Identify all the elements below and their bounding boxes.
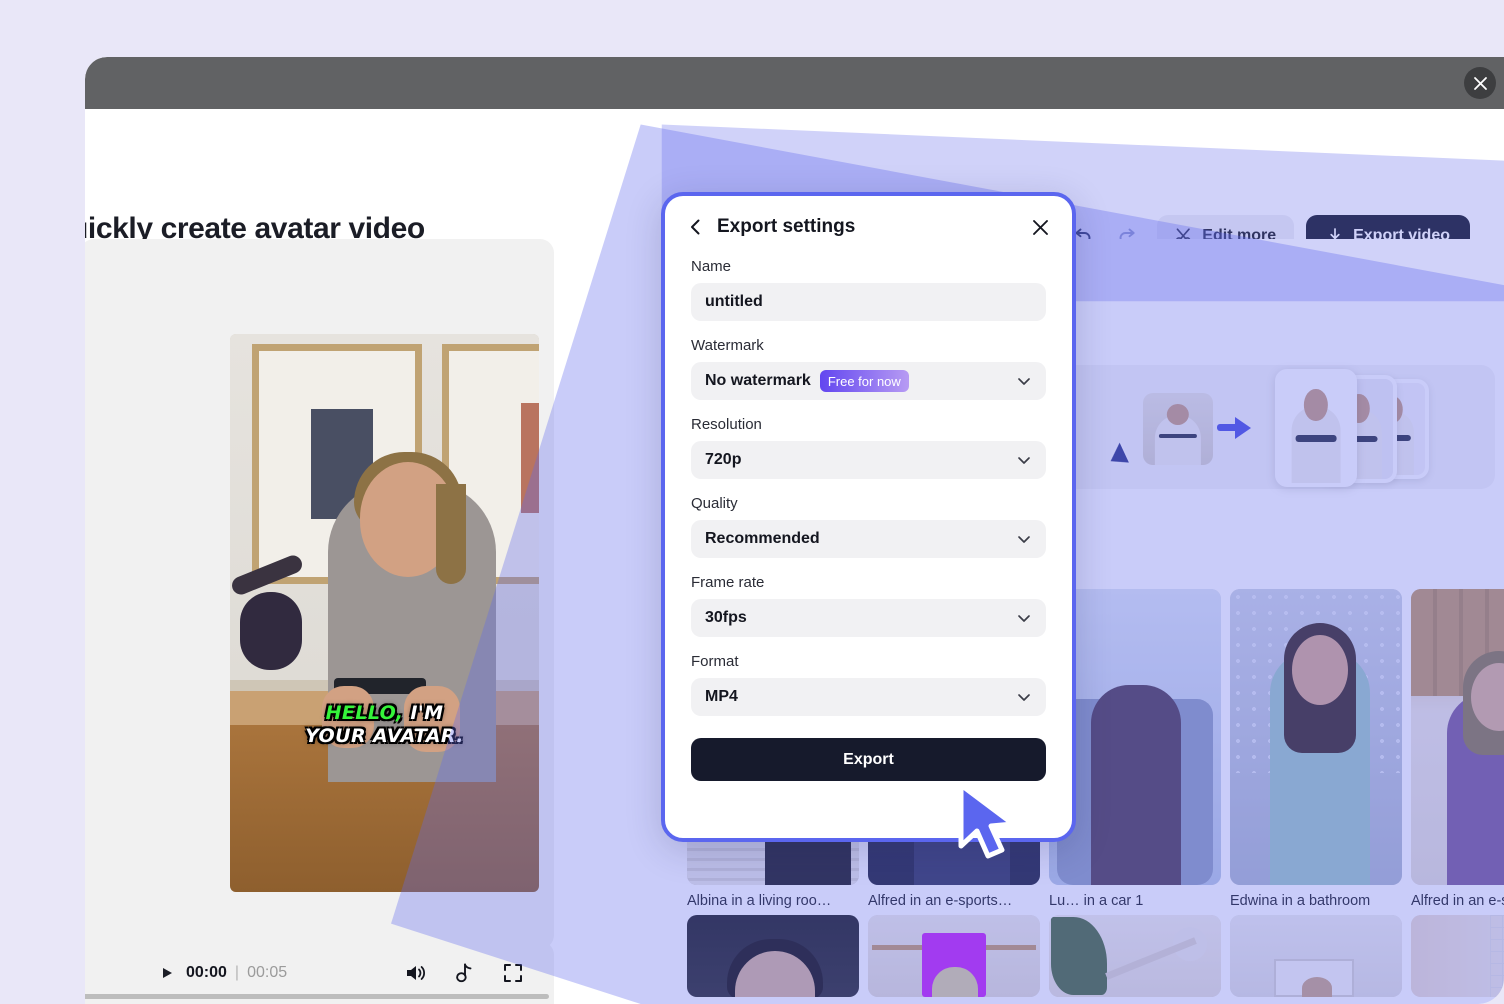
close-icon [1031, 218, 1050, 237]
watermark-label: Watermark [691, 337, 1046, 354]
framerate-label: Frame rate [691, 574, 1046, 591]
player-icon-group [404, 962, 524, 984]
close-icon [1473, 76, 1488, 91]
chevron-down-icon [1016, 531, 1032, 547]
gallery-item[interactable] [687, 915, 859, 997]
free-for-now-badge: Free for now [820, 370, 909, 392]
gallery-thumbnail[interactable] [687, 915, 859, 997]
chevron-down-icon [1016, 610, 1032, 626]
gallery-item-label: Alfred in an e-sports… [868, 893, 1040, 909]
gallery-item-label: Edwina in a bathroom [1230, 893, 1402, 909]
quality-label: Quality [691, 495, 1046, 512]
window-titlebar [85, 57, 1504, 109]
chevron-down-icon [1016, 373, 1032, 389]
resolution-value: 720p [705, 451, 741, 469]
total-time: 00:05 [247, 964, 287, 982]
gallery-thumbnail[interactable] [1230, 915, 1402, 997]
format-value: MP4 [705, 688, 738, 706]
window-close-button[interactable] [1464, 67, 1496, 99]
music-note-icon[interactable] [454, 962, 476, 984]
chevron-left-icon [687, 218, 705, 236]
current-time: 00:00 [186, 964, 227, 982]
chevron-down-icon [1016, 452, 1032, 468]
gallery-item-label: Lu… in a car 1 [1049, 893, 1221, 909]
framerate-select[interactable]: 30fps [691, 599, 1046, 637]
volume-icon[interactable] [404, 962, 428, 984]
avatar-hair-side [436, 484, 466, 584]
progress-bar[interactable] [85, 994, 549, 999]
dialog-close-button[interactable] [1031, 218, 1050, 237]
framerate-value: 30fps [705, 609, 747, 627]
format-select[interactable]: MP4 [691, 678, 1046, 716]
dialog-body: Name untitled Watermark No watermark Fre… [665, 258, 1072, 781]
dialog-title: Export settings [717, 216, 855, 238]
gallery-item[interactable] [1230, 915, 1402, 997]
export-button-label: Export [843, 751, 894, 769]
video-player[interactable]: HELLO, I'M YOUR AVATAR. [230, 334, 539, 892]
export-settings-dialog: Export settings Name untitled Watermark … [661, 192, 1076, 842]
play-icon[interactable] [163, 968, 172, 978]
gallery-item[interactable] [1411, 915, 1504, 997]
dialog-back-button[interactable] [687, 218, 713, 236]
gallery-item-label: Albina in a living roo… [687, 893, 859, 909]
quality-select[interactable]: Recommended [691, 520, 1046, 558]
name-label: Name [691, 258, 1046, 275]
caption-highlight: HELLO, [326, 702, 404, 724]
illustration-source-thumb [1143, 393, 1213, 465]
watermark-value: No watermark [705, 372, 811, 390]
quality-value: Recommended [705, 530, 820, 548]
gallery-thumbnail[interactable] [1049, 915, 1221, 997]
resolution-select[interactable]: 720p [691, 441, 1046, 479]
illustration-arrow-icon [1235, 417, 1251, 439]
avatar-flow-illustration [1085, 365, 1485, 489]
resolution-label: Resolution [691, 416, 1046, 433]
gallery-thumbnail[interactable] [868, 915, 1040, 997]
video-preview-panel: HELLO, I'M YOUR AVATAR. [85, 239, 554, 949]
gallery-item[interactable]: Alfred in an e-sports… [1411, 589, 1504, 909]
gallery-item[interactable] [868, 915, 1040, 997]
dialog-header: Export settings [665, 196, 1072, 258]
time-separator: | [235, 964, 239, 982]
gallery-thumbnail[interactable] [1230, 589, 1402, 885]
name-value: untitled [705, 293, 763, 311]
gallery-item[interactable] [1049, 915, 1221, 997]
illustration-card-1 [1275, 369, 1357, 487]
gallery-item-label: Alfred in an e-sports… [1411, 893, 1504, 909]
illustration-cursor-icon [1105, 443, 1129, 470]
export-button[interactable]: Export [691, 738, 1046, 781]
screen-root: uickly create avatar video ccurate lip-s… [0, 0, 1504, 1004]
caption-line2: YOUR AVATAR. [305, 725, 464, 747]
gallery-thumbnail[interactable] [1411, 915, 1504, 997]
video-caption: HELLO, I'M YOUR AVATAR. [230, 702, 539, 748]
watermark-select[interactable]: No watermark Free for now [691, 362, 1046, 400]
name-input[interactable]: untitled [691, 283, 1046, 321]
gallery-item[interactable]: Edwina in a bathroom [1230, 589, 1402, 909]
microphone [240, 592, 302, 670]
caption-line1-rest: I'M [403, 702, 443, 724]
chevron-down-icon [1016, 689, 1032, 705]
fullscreen-icon[interactable] [502, 962, 524, 984]
format-label: Format [691, 653, 1046, 670]
gallery-thumbnail[interactable] [1411, 589, 1504, 885]
